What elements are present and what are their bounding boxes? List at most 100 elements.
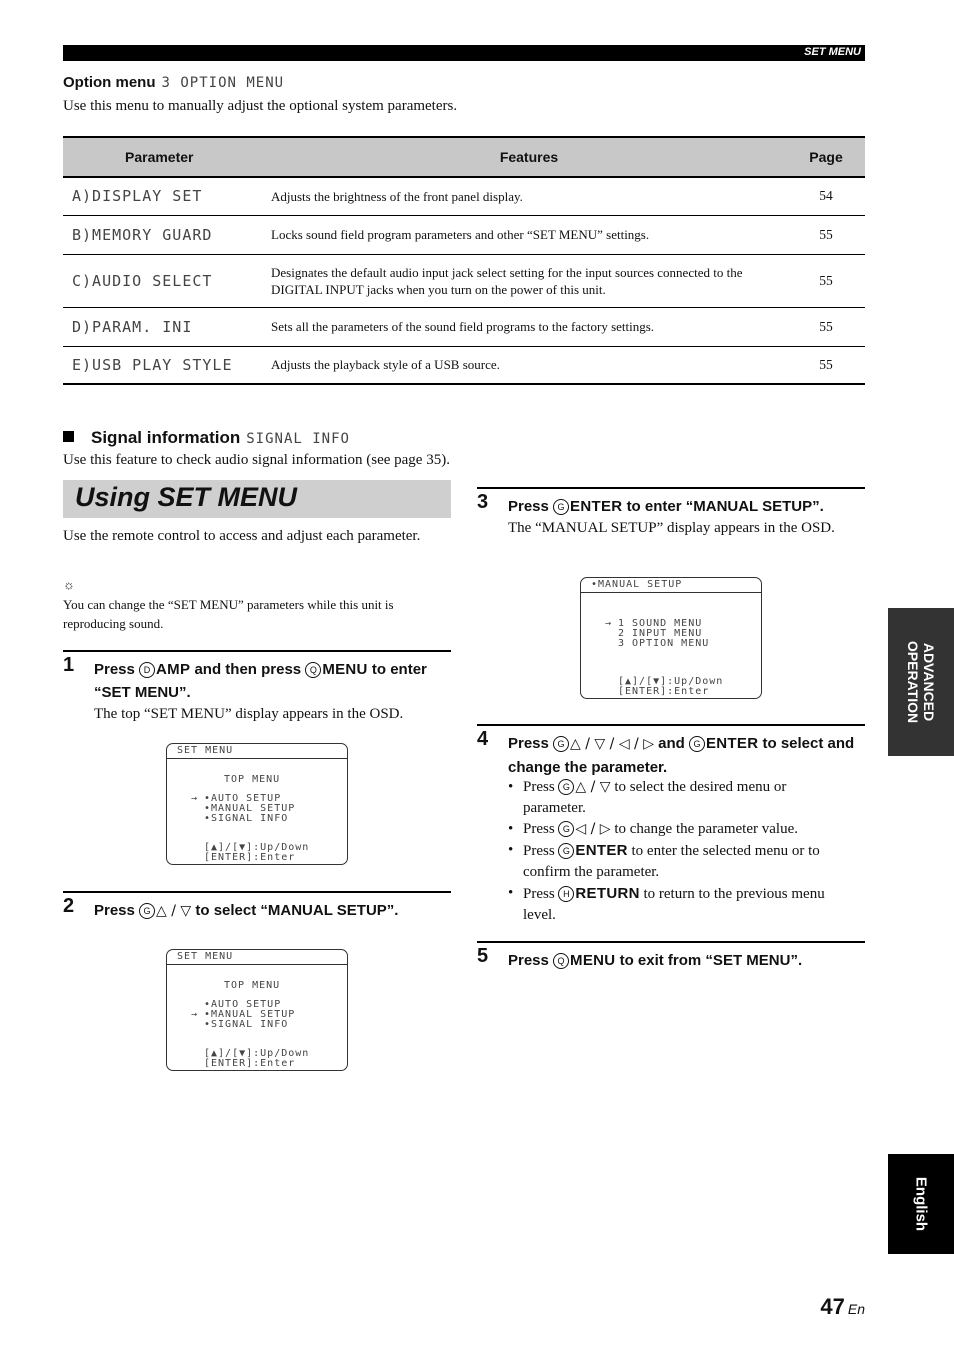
bullet-text: to change the parameter value. (614, 821, 798, 837)
tip-text: You can change the “SET MENU” parameters… (63, 597, 394, 631)
step-number: 5 (477, 945, 489, 967)
side-tab-language: English (888, 1154, 954, 1254)
cursor-left-right-icon: ◁ / ▷ (575, 821, 611, 837)
parameter-cell: A)DISPLAY SET (63, 177, 271, 216)
cursor-up-down-icon: △ / ▽ (156, 903, 192, 919)
osd-title: SET MENU (167, 950, 347, 965)
section-header-bar: SET MENU (63, 45, 865, 61)
step-4: 4 Press G △ / ▽ / ◁ / ▷ and G ENTER to sel… (477, 724, 865, 936)
bullet-text: Press (523, 821, 555, 837)
menu-key-label: MENU (322, 661, 368, 678)
osd-title: SET MENU (167, 744, 347, 759)
step-instruction: Press D AMP and then press Q MENU to enter… (94, 658, 444, 704)
column-header-parameter: Parameter (63, 136, 271, 178)
osd-footer-enter: [ENTER]:Enter (618, 686, 710, 697)
return-key-label: RETURN (575, 885, 640, 902)
table-row: E)USB PLAY STYLE Adjusts the playback st… (63, 346, 865, 385)
table-header-row: Parameter Features Page (63, 136, 865, 178)
step-text: Press (508, 735, 549, 752)
step-3: 3 Press G ENTER to enter “MANUAL SETUP”. … (477, 487, 865, 569)
menu-key-label: MENU (570, 952, 616, 969)
amp-key-label: AMP (156, 661, 191, 678)
osd-footer-enter: [ENTER]:Enter (204, 1058, 296, 1069)
remote-key-g-icon: G (553, 499, 570, 515)
remote-key-g-icon: G (139, 903, 156, 919)
step-text: and (658, 735, 685, 752)
cursor-up-down-icon: △ / ▽ (575, 779, 611, 795)
list-item: Press HRETURN to return to the previous … (508, 883, 848, 926)
osd-title: •MANUAL SETUP (581, 578, 761, 593)
page-number: 47 En (820, 1294, 865, 1320)
step-instruction: Press Q MENU to exit from “SET MENU”. (508, 949, 802, 972)
enter-key-label: ENTER (570, 498, 623, 515)
square-bullet-icon (63, 431, 74, 442)
side-tab-advanced-operation: ADVANCED OPERATION (888, 608, 954, 756)
osd-cursor-arrow-icon: → (605, 618, 613, 629)
signal-info-lcd-label: SIGNAL INFO (246, 431, 350, 447)
features-cell: Designates the default audio input jack … (271, 254, 787, 308)
step-description: The “MANUAL SETUP” display appears in th… (508, 520, 835, 536)
step-number: 3 (477, 491, 489, 513)
list-item: Press G◁ / ▷ to change the parameter val… (508, 819, 848, 840)
table-row: A)DISPLAY SET Adjusts the brightness of … (63, 177, 865, 216)
remote-key-g-icon: G (688, 736, 705, 752)
parameter-cell: B)MEMORY GUARD (63, 215, 271, 255)
page-cell: 55 (787, 307, 865, 347)
using-set-menu-banner: Using SET MENU (63, 480, 451, 518)
remote-key-g-icon: G (558, 821, 575, 837)
list-item: Press G△ / ▽ to select the desired menu … (508, 777, 848, 819)
signal-info-title: Signal information (91, 428, 241, 447)
features-cell: Adjusts the playback style of a USB sour… (271, 346, 787, 385)
features-cell: Locks sound field program parameters and… (271, 215, 787, 255)
page-cell: 54 (787, 177, 865, 216)
step-text: to enter “MANUAL SETUP”. (626, 498, 824, 515)
step-number: 2 (63, 895, 75, 917)
step-text: Press (508, 498, 549, 515)
remote-key-q-icon: Q (305, 662, 322, 678)
parameter-cell: C)AUDIO SELECT (63, 254, 271, 308)
list-item: Press GENTER to enter the selected menu … (508, 840, 848, 883)
step-text: Press (508, 952, 549, 969)
osd-footer-enter: [ENTER]:Enter (204, 852, 296, 863)
table-row: C)AUDIO SELECT Designates the default au… (63, 254, 865, 308)
step-1: 1 Press D AMP and then press Q MENU to ent… (63, 650, 451, 732)
osd-screen-top-menu: SET MENU TOP MENU → •AUTO SETUP •MANUAL … (166, 743, 348, 865)
option-menu-lcd-label: 3 OPTION MENU (161, 75, 285, 91)
osd-screen-top-menu-manual-selected: SET MENU TOP MENU → •AUTO SETUP •MANUAL … (166, 949, 348, 1071)
step-instruction: Press G △ / ▽ / ◁ / ▷ and G ENTER to selec… (508, 732, 868, 779)
step-description: The top “SET MENU” display appears in th… (94, 706, 404, 722)
page-number-value: 47 (820, 1294, 845, 1319)
osd-cursor-arrow-icon: → (191, 793, 199, 804)
step-text: Press (94, 661, 135, 678)
bullet-text: Press (523, 886, 555, 902)
page-cell: 55 (787, 254, 865, 308)
side-tab-line: ADVANCED (921, 642, 937, 722)
features-cell: Adjusts the brightness of the front pane… (271, 177, 787, 216)
parameter-cell: D)PARAM. INI (63, 307, 271, 347)
osd-cursor-arrow-icon: → (191, 1009, 199, 1020)
signal-info-description: Use this feature to check audio signal i… (63, 452, 450, 468)
osd-menu-item: •SIGNAL INFO (204, 813, 289, 824)
step-text: and then press (194, 661, 302, 678)
enter-key-label: ENTER (575, 842, 628, 859)
remote-key-g-icon: G (558, 779, 575, 795)
remote-key-g-icon: G (553, 736, 570, 752)
features-cell: Sets all the parameters of the sound fie… (271, 307, 787, 347)
remote-key-q-icon: Q (553, 953, 570, 969)
osd-menu-item: •SIGNAL INFO (204, 1019, 289, 1030)
cursor-arrows-icon: △ / ▽ / ◁ / ▷ (570, 736, 654, 752)
remote-key-h-icon: H (558, 886, 575, 902)
step-number: 4 (477, 728, 489, 750)
page-cell: 55 (787, 215, 865, 255)
signal-info-heading: Signal information SIGNAL INFO (63, 428, 350, 448)
osd-heading: TOP MENU (224, 774, 281, 785)
remote-key-d-icon: D (139, 662, 156, 678)
side-tab-line: OPERATION (905, 640, 921, 724)
page-lang-suffix: En (847, 1301, 865, 1317)
section-header-label: SET MENU (804, 46, 861, 58)
option-menu-title: Option menu (63, 74, 156, 91)
osd-menu-item: 3 OPTION MENU (618, 638, 710, 649)
step-number: 1 (63, 654, 75, 676)
remote-key-g-icon: G (558, 843, 575, 859)
bullet-text: Press (523, 843, 555, 859)
